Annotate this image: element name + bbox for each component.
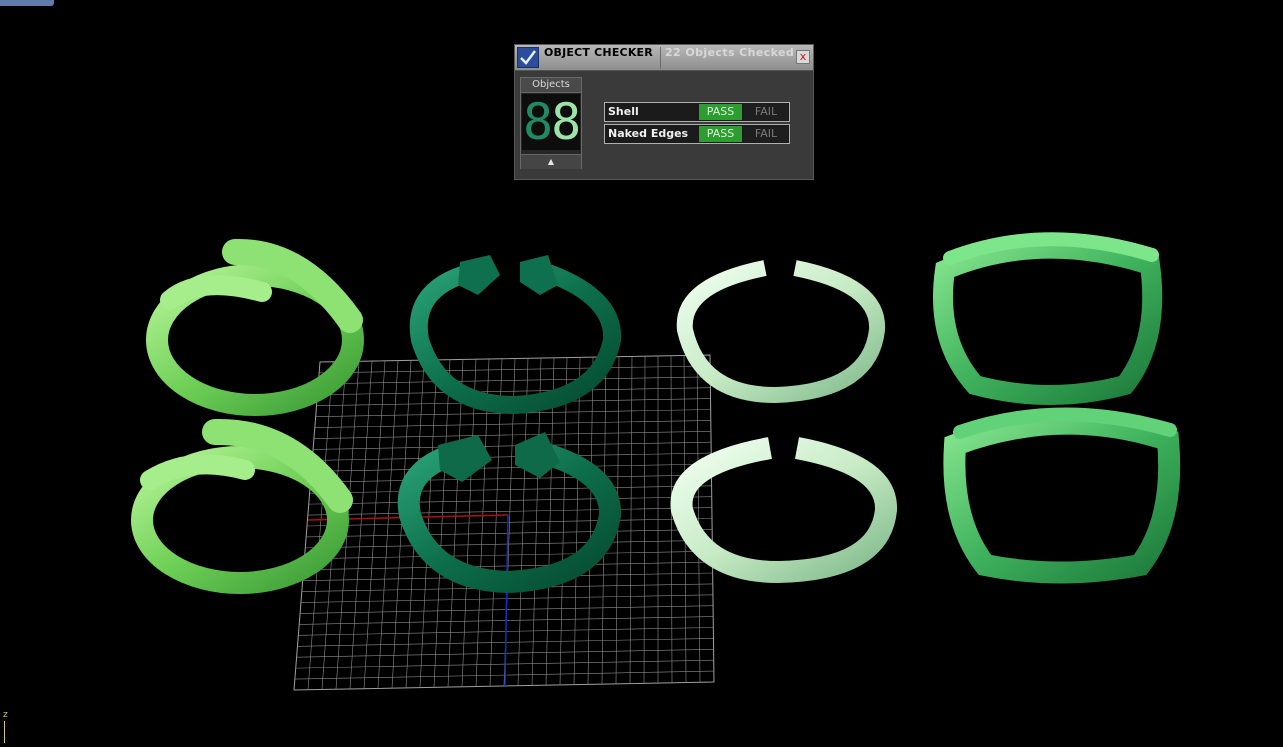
ring-cuff-pale-top[interactable] [676,260,886,404]
close-button[interactable]: x [796,50,810,64]
scroll-up-button[interactable]: ▲ [521,154,581,169]
ring-signet-bottom[interactable] [943,407,1181,584]
ring-bypass-bottom[interactable] [131,418,353,594]
objects-label: Objects [521,78,581,93]
axis-indicator [4,721,5,743]
check-row-shell: Shell PASS FAIL [604,102,790,122]
fail-button[interactable]: FAIL [744,104,788,120]
objects-counter: Objects 88 ▲ [520,77,582,169]
panel-title: OBJECT CHECKER [544,46,653,59]
z-axis-label: z [3,710,8,720]
ring-cuff-dark-top[interactable] [409,255,622,415]
checkmark-icon[interactable] [517,47,539,68]
pass-button[interactable]: PASS [699,104,742,120]
objects-checked-summary: 22 Objects Checked [665,46,795,59]
ring-cuff-dark-bottom[interactable] [397,432,621,594]
check-row-naked-edges: Naked Edges PASS FAIL [604,124,790,144]
count-digit-1: 8 [523,94,553,150]
objects-count-display: 88 [522,94,580,150]
pass-button[interactable]: PASS [699,126,742,142]
y-axis-line [504,514,509,687]
title-divider [660,47,661,69]
ring-bypass-top[interactable] [146,238,364,416]
ring-signet-top[interactable] [933,232,1163,405]
fail-button[interactable]: FAIL [744,126,788,142]
object-checker-panel: OBJECT CHECKER 22 Objects Checked x Obje… [514,44,814,180]
check-name: Shell [608,105,639,118]
panel-titlebar[interactable]: OBJECT CHECKER 22 Objects Checked x [515,45,813,71]
count-digit-2: 8 [551,94,580,150]
check-name: Naked Edges [608,127,689,140]
